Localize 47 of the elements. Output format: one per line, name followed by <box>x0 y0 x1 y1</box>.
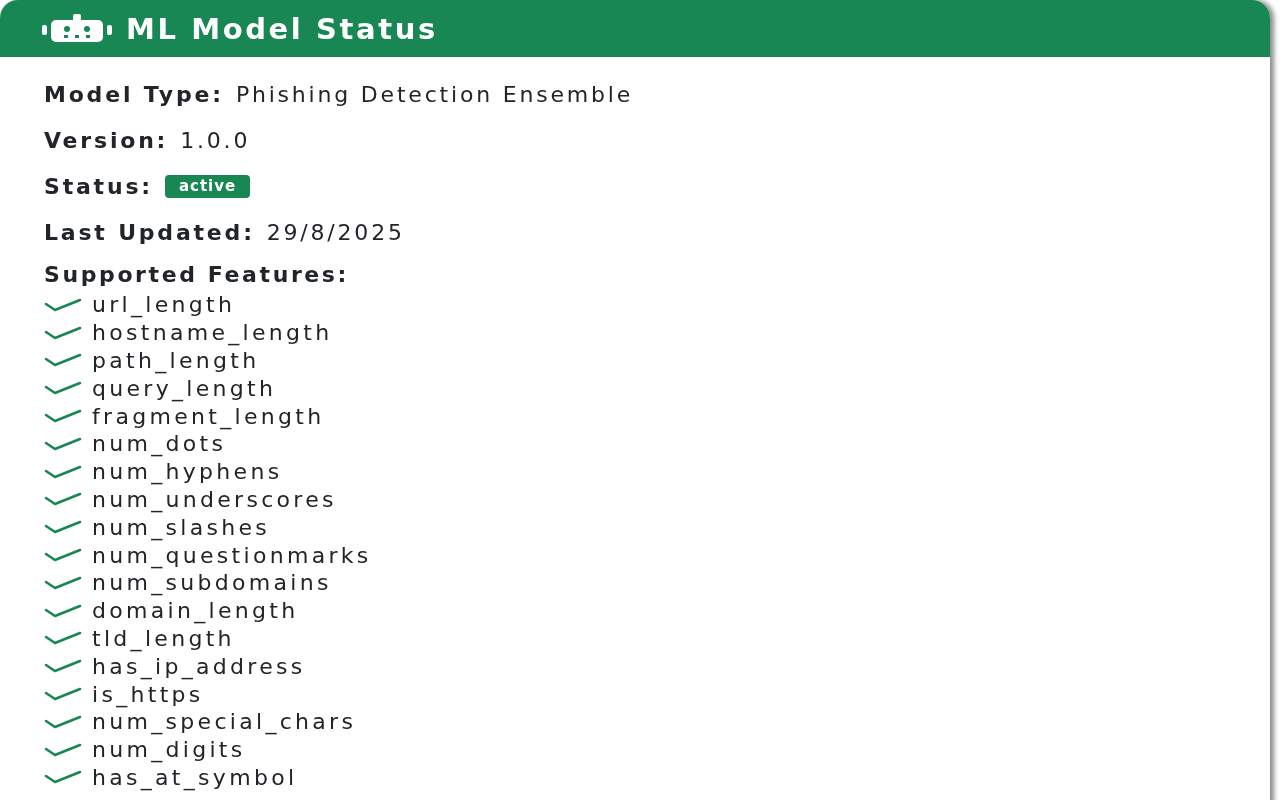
field-label: Status: <box>44 173 153 199</box>
feature-name: num_slashes <box>92 514 271 540</box>
status-badge: active <box>164 174 251 198</box>
check-icon <box>44 575 82 590</box>
features-heading: Supported Features: <box>44 260 350 289</box>
feature-name: query_length <box>92 375 277 401</box>
feature-name: url_length <box>92 292 236 318</box>
check-icon <box>44 687 82 702</box>
field-value: 29/8/2025 <box>266 219 405 245</box>
feature-name: has_at_symbol <box>92 764 298 790</box>
check-icon <box>44 381 82 396</box>
feature-name: num_hyphens <box>92 459 283 485</box>
check-icon <box>44 436 82 451</box>
field-label: Version: <box>44 127 169 153</box>
feature-name: fragment_length <box>92 403 325 429</box>
check-icon <box>44 603 82 618</box>
field-label: Model Type: <box>44 81 224 107</box>
check-icon <box>44 631 82 646</box>
field-label: Last Updated: <box>44 219 255 245</box>
check-icon <box>44 297 82 312</box>
feature-name: has_ip_address <box>92 653 306 679</box>
check-icon <box>44 325 82 340</box>
card-title: ML Model Status <box>126 11 438 46</box>
check-icon <box>44 353 82 368</box>
field-value: 1.0.0 <box>180 127 251 153</box>
feature-name: hostname_length <box>92 320 333 346</box>
check-icon <box>44 714 82 729</box>
feature-name: num_digits <box>92 737 246 763</box>
feature-name: num_underscores <box>92 486 337 512</box>
feature-name: is_https <box>92 681 204 707</box>
check-icon <box>44 548 82 563</box>
check-icon <box>44 742 82 757</box>
check-icon <box>44 409 82 424</box>
check-icon <box>44 492 82 507</box>
check-icon <box>44 520 82 535</box>
feature-name: num_subdomains <box>92 570 332 596</box>
robot-icon <box>42 13 112 44</box>
feature-name: num_special_chars <box>92 709 357 735</box>
feature-name: num_questionmarks <box>92 542 372 568</box>
feature-name: num_dots <box>92 431 227 457</box>
feature-name: domain_length <box>92 598 299 624</box>
feature-name: path_length <box>92 348 260 373</box>
check-icon <box>44 464 82 479</box>
field-value: Phishing Detection Ensemble <box>235 81 633 107</box>
feature-name: tld_length <box>92 625 235 651</box>
check-icon <box>44 659 82 674</box>
check-icon <box>44 770 82 785</box>
